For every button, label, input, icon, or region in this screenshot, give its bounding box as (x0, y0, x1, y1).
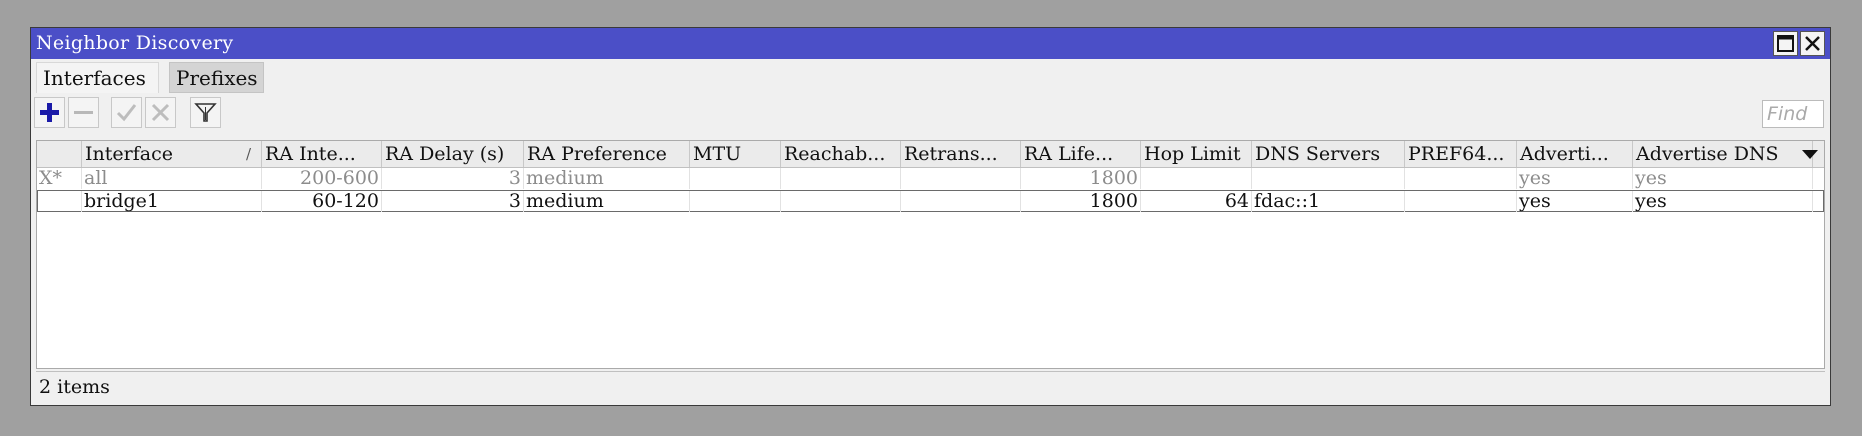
column-ra-interval[interactable]: RA Inte... (262, 141, 382, 167)
close-icon (1805, 36, 1820, 51)
cell-retrans (901, 191, 1021, 212)
cell-dns-servers (1252, 168, 1405, 189)
column-hop-limit[interactable]: Hop Limit (1141, 141, 1252, 167)
column-label: Interface (85, 143, 173, 165)
item-count: 2 items (39, 376, 110, 398)
filter-button[interactable] (190, 97, 221, 128)
cell-pref64 (1405, 168, 1517, 189)
cell-ra-delay: 3 (382, 168, 524, 189)
window-title: Neighbor Discovery (36, 32, 234, 54)
cell-flags (38, 191, 82, 212)
filter-icon (194, 103, 217, 122)
cell-ra-lifetime: 1800 (1021, 168, 1141, 189)
cell-flags: X* (37, 168, 82, 189)
cell-dns-servers: fdac::1 (1252, 191, 1405, 212)
cell-ra-interval: 60-120 (262, 191, 382, 212)
cell-ra-preference: medium (524, 191, 690, 212)
column-interface[interactable]: Interface / (82, 141, 262, 167)
remove-icon (74, 111, 93, 114)
cell-mtu (690, 191, 781, 212)
column-mtu[interactable]: MTU (690, 141, 781, 167)
enable-button[interactable] (111, 97, 142, 128)
cell-interface: bridge1 (82, 191, 262, 212)
cell-reachable (781, 168, 901, 189)
cell-ra-interval: 200-600 (262, 168, 382, 189)
column-menu-button[interactable] (1796, 141, 1824, 167)
column-flags[interactable] (37, 141, 82, 167)
add-icon (40, 103, 59, 122)
sort-indicator-icon: / (245, 145, 251, 163)
tab-interfaces[interactable]: Interfaces (36, 62, 159, 93)
tab-prefixes[interactable]: Prefixes (169, 62, 264, 93)
cell-hop-limit: 64 (1141, 191, 1252, 212)
maximize-button[interactable] (1773, 31, 1798, 56)
column-ra-lifetime[interactable]: RA Life... (1021, 141, 1141, 167)
neighbor-discovery-window: Neighbor Discovery Interfaces Prefixes F… (30, 27, 1831, 406)
cell-mtu (690, 168, 781, 189)
maximize-icon (1777, 35, 1794, 52)
chevron-down-icon (1802, 150, 1818, 159)
column-pref64[interactable]: PREF64... (1405, 141, 1517, 167)
column-ra-preference[interactable]: RA Preference (524, 141, 690, 167)
toolbar (31, 94, 1830, 134)
column-reachable[interactable]: Reachab... (781, 141, 901, 167)
remove-button[interactable] (68, 97, 99, 128)
cell-advertise-mac: yes (1517, 191, 1633, 212)
close-button[interactable] (1800, 31, 1825, 56)
title-bar[interactable]: Neighbor Discovery (31, 28, 1830, 59)
column-retrans[interactable]: Retrans... (901, 141, 1021, 167)
add-button[interactable] (34, 97, 65, 128)
column-ra-delay[interactable]: RA Delay (s) (382, 141, 524, 167)
table-row[interactable]: X* all 200-600 3 medium 1800 yes yes (37, 168, 1824, 190)
column-advertise-mac[interactable]: Adverti... (1517, 141, 1633, 167)
cell-retrans (901, 168, 1021, 189)
cell-ra-delay: 3 (382, 191, 524, 212)
cell-ra-lifetime: 1800 (1021, 191, 1141, 212)
status-bar: 2 items (36, 371, 1825, 401)
cell-advertise-dns: yes (1633, 168, 1813, 189)
cell-reachable (781, 191, 901, 212)
table-header: Interface / RA Inte... RA Delay (s) RA P… (37, 141, 1824, 168)
cell-advertise-mac: yes (1517, 168, 1633, 189)
cell-ra-preference: medium (524, 168, 690, 189)
cell-interface: all (82, 168, 262, 189)
table-row[interactable]: bridge1 60-120 3 medium 1800 64 fdac::1 … (37, 190, 1824, 212)
cell-hop-limit (1141, 168, 1252, 189)
column-dns-servers[interactable]: DNS Servers (1252, 141, 1405, 167)
cell-advertise-dns: yes (1633, 191, 1813, 212)
disable-button[interactable] (145, 97, 176, 128)
check-icon (116, 104, 137, 122)
column-advertise-dns[interactable]: Advertise DNS (1633, 141, 1813, 167)
neighbor-discovery-table: Interface / RA Inte... RA Delay (s) RA P… (36, 140, 1825, 369)
cell-pref64 (1405, 191, 1517, 212)
cross-icon (151, 103, 170, 122)
find-input[interactable] (1762, 100, 1824, 128)
